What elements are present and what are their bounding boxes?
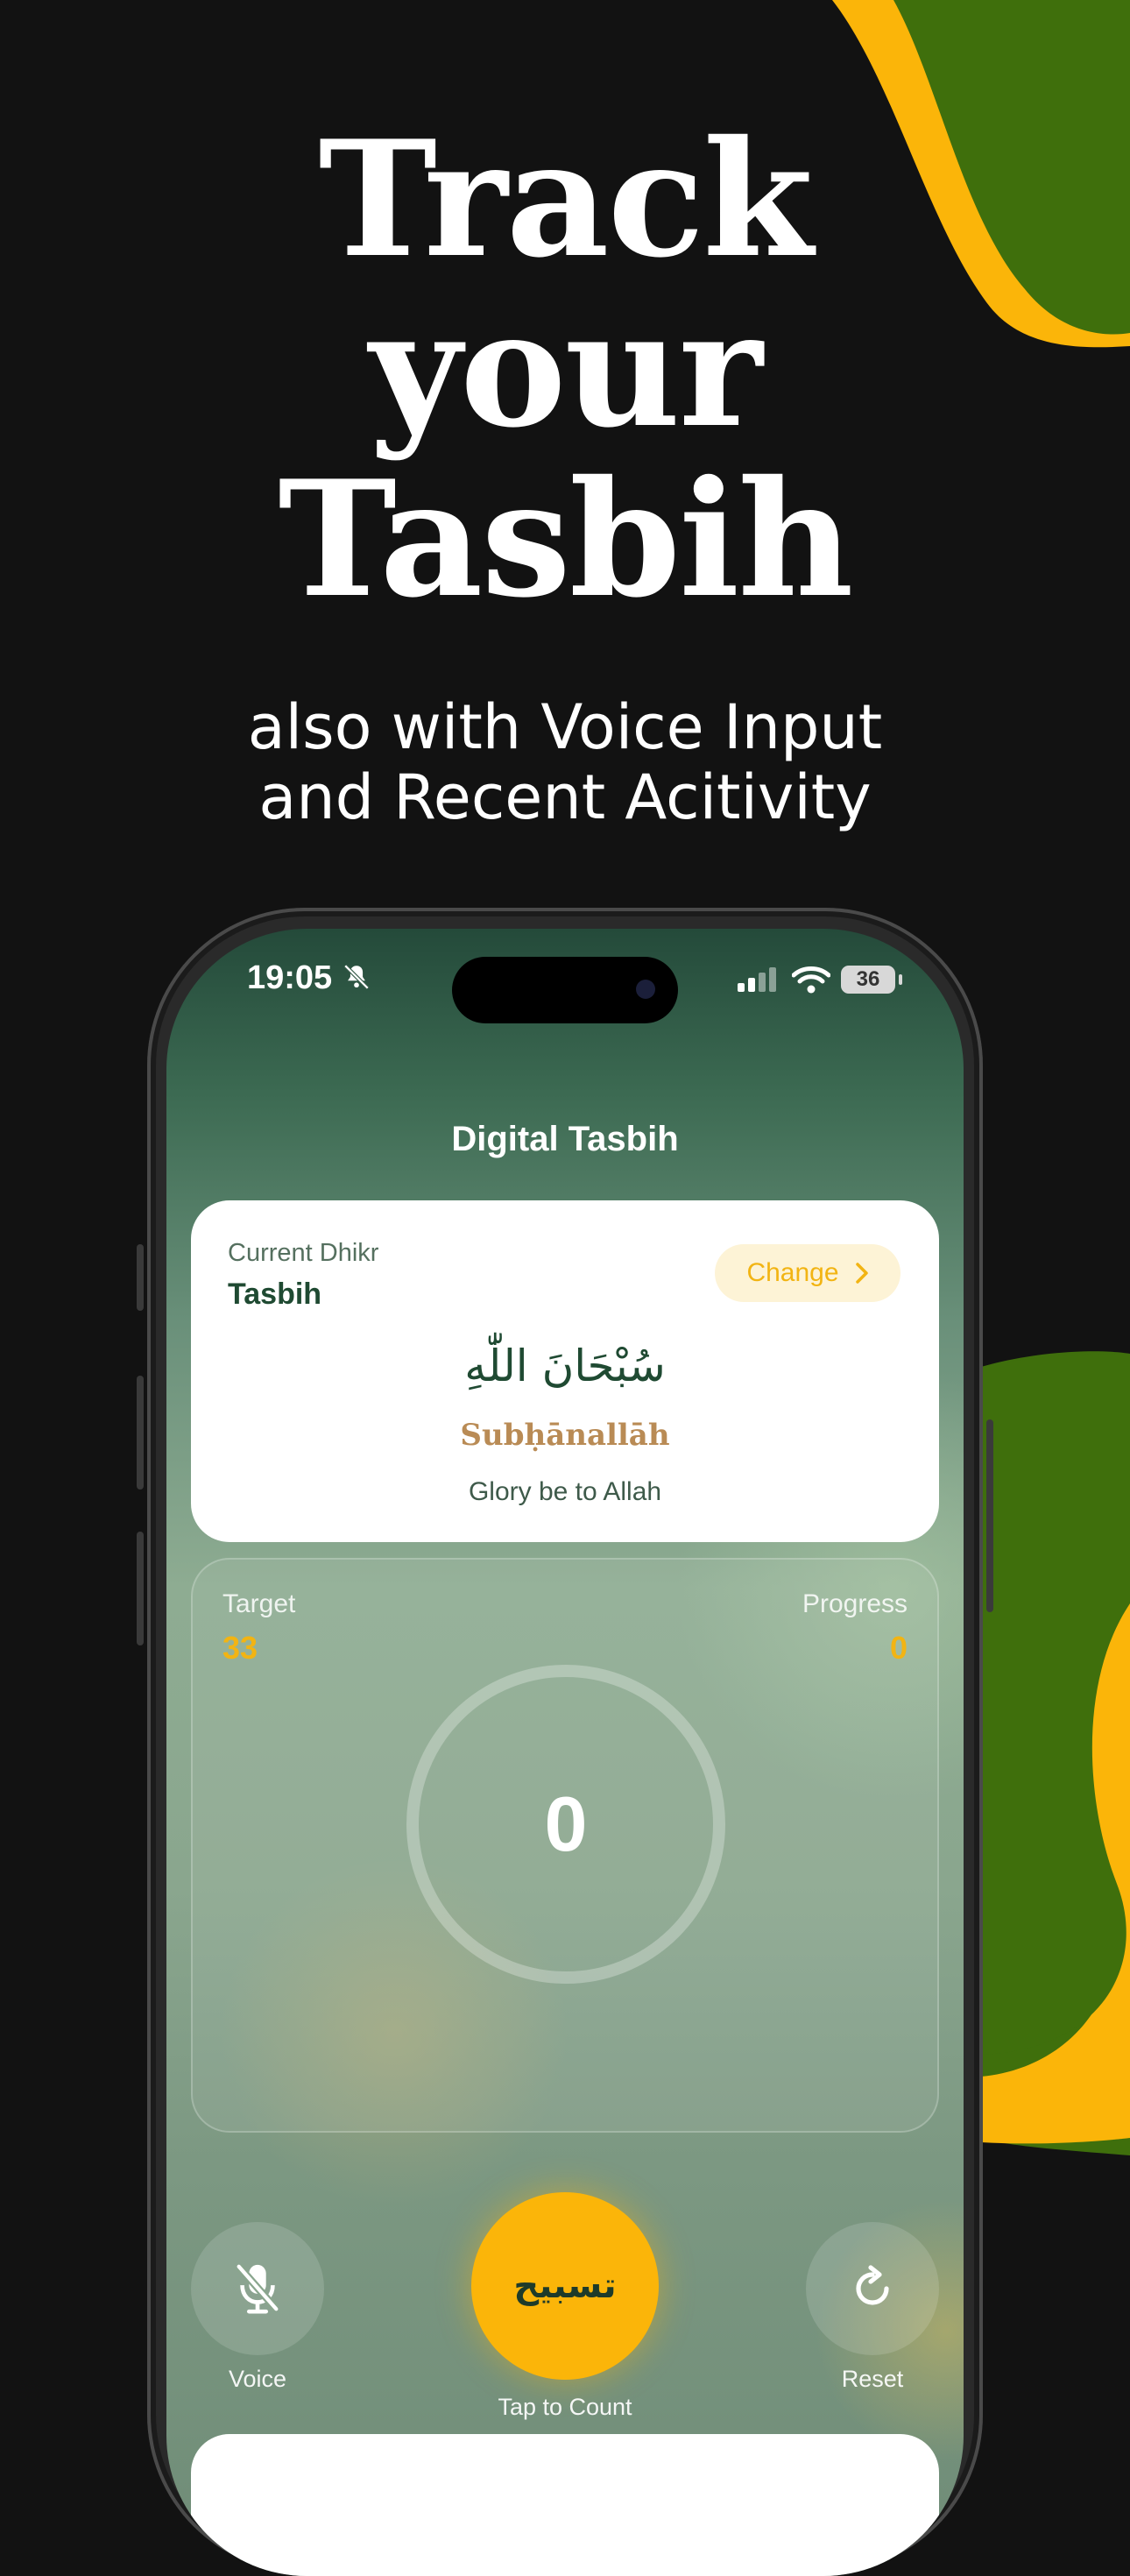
count-progress-ring: 0 [406,1665,725,1984]
microphone-slash-icon [236,2263,279,2314]
voice-label: Voice [228,2366,287,2392]
cellular-signal-icon [738,967,776,992]
screen-title: Digital Tasbih [451,1120,679,1158]
dynamic-island [452,957,678,1023]
wifi-icon [792,966,830,994]
phone-action-button [137,1244,144,1311]
battery-icon: 36 [841,966,895,994]
recent-activity-sheet[interactable] [191,2434,939,2576]
subheadline-line-2: and Recent Acitivity [258,761,872,833]
tap-to-count-button[interactable]: تسبيح [471,2192,659,2380]
headline: Track your Tasbih [0,114,1130,624]
change-dhikr-button[interactable]: Change [715,1244,900,1302]
headline-line-3: Tasbih [278,445,853,633]
target-value: 33 [222,1630,258,1666]
camera-dot [636,980,655,999]
phone-power-button [986,1419,993,1612]
progress-label: Progress [802,1589,908,1618]
reset-button[interactable] [806,2222,939,2355]
current-dhikr-label: Current Dhikr [228,1239,379,1267]
reset-icon [856,2265,889,2305]
progress-value: 0 [889,1630,908,1666]
voice-button[interactable] [191,2222,324,2355]
phone-volume-up-button [137,1376,144,1490]
dhikr-arabic-text: سُبْحَانَ اللّٰهِ [464,1341,666,1391]
change-button-label: Change [746,1258,839,1287]
status-time: 19:05 [247,959,333,996]
target-label: Target [222,1589,296,1618]
chevron-right-icon [855,1263,868,1284]
dhikr-transliteration: Subḥānallāh [460,1418,670,1453]
headline-line-2: your [369,275,762,463]
dhikr-meaning: Glory be to Allah [468,1477,662,1506]
subheadline: also with Voice Input and Recent Acitivi… [0,692,1130,832]
headline-line-1: Track [318,105,814,293]
phone-volume-down-button [137,1532,144,1645]
tap-to-count-label: Tap to Count [498,2394,632,2420]
current-dhikr-name: Tasbih [228,1277,322,1311]
app-screen: 19:05 36 Digital Tasbih Current Dhikr Ta… [166,929,964,2576]
counter-card: Target 33 Progress 0 0 [191,1558,939,2133]
subheadline-line-1: also with Voice Input [247,691,883,763]
count-display: 0 [544,1780,588,1867]
bell-slash-icon [343,964,370,990]
reset-label: Reset [841,2366,904,2392]
battery-tip [899,974,902,985]
right-decorative-shape [981,1351,1130,2155]
current-dhikr-card: Current Dhikr Tasbih Change سُبْحَانَ ال… [191,1200,939,1542]
tap-button-label: تسبيح [513,2267,617,2305]
